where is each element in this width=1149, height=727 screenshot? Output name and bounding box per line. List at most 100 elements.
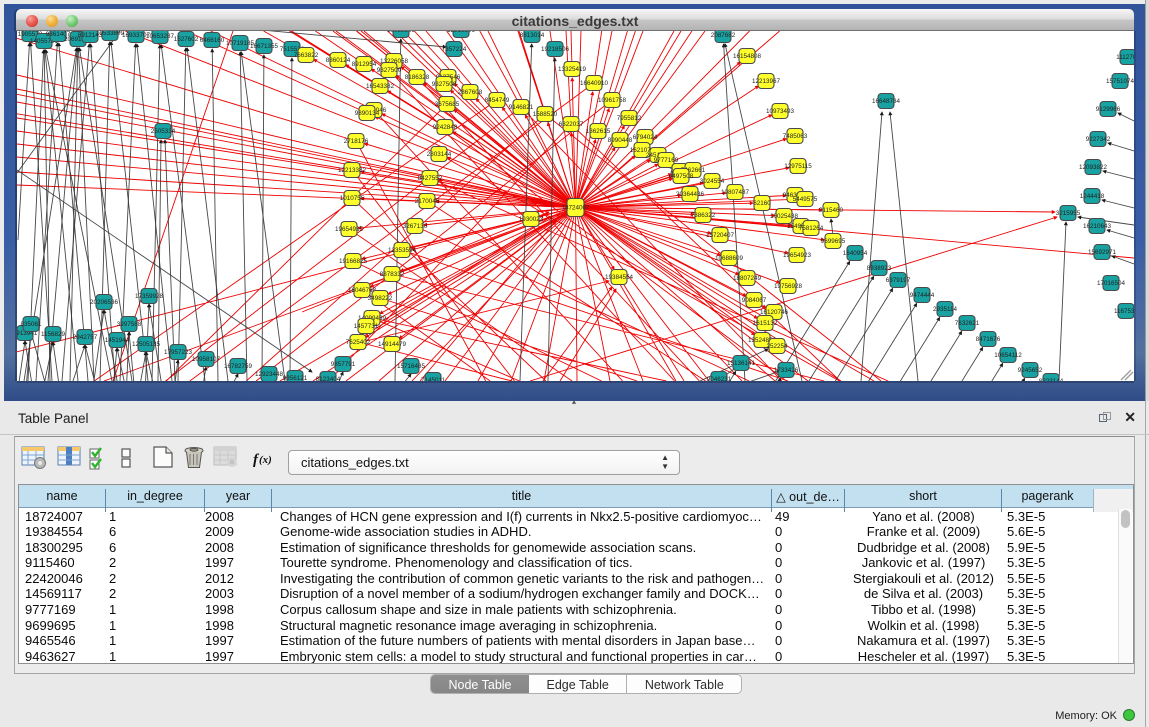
svg-text:8878332: 8878332 bbox=[380, 271, 405, 278]
svg-text:3997588: 3997588 bbox=[117, 321, 142, 328]
svg-text:19654935: 19654935 bbox=[335, 226, 364, 233]
svg-text:12975115: 12975115 bbox=[784, 163, 812, 170]
svg-text:13325419: 13325419 bbox=[558, 66, 587, 73]
svg-text:9146821: 9146821 bbox=[509, 104, 534, 111]
svg-text:62160: 62160 bbox=[753, 200, 771, 207]
svg-text:9129966: 9129966 bbox=[1096, 106, 1121, 113]
svg-text:8471676: 8471676 bbox=[976, 336, 1001, 343]
svg-text:2867608: 2867608 bbox=[458, 89, 483, 96]
svg-text:9857791: 9857791 bbox=[331, 361, 356, 368]
svg-text:12093822: 12093822 bbox=[1079, 164, 1108, 171]
svg-text:3267130: 3267130 bbox=[403, 223, 428, 230]
svg-text:1930023: 1930023 bbox=[519, 216, 544, 223]
svg-text:1112704: 1112704 bbox=[1116, 54, 1134, 61]
svg-text:9699695: 9699695 bbox=[821, 238, 846, 245]
svg-text:1588520: 1588520 bbox=[533, 111, 558, 118]
svg-text:8123404: 8123404 bbox=[316, 376, 341, 381]
svg-text:2087682: 2087682 bbox=[711, 32, 736, 39]
svg-text:17359928: 17359928 bbox=[135, 293, 164, 300]
svg-text:20206536: 20206536 bbox=[90, 299, 119, 306]
svg-text:9245652: 9245652 bbox=[1018, 367, 1043, 374]
svg-text:9084067: 9084067 bbox=[742, 297, 767, 304]
svg-text:1527602: 1527602 bbox=[174, 36, 199, 43]
svg-text:16648784: 16648784 bbox=[872, 98, 901, 105]
svg-text:2718176: 2718176 bbox=[344, 138, 369, 145]
svg-text:2170046: 2170046 bbox=[415, 198, 440, 205]
svg-text:6466160: 6466160 bbox=[200, 37, 225, 44]
svg-text:8860124: 8860124 bbox=[326, 57, 351, 64]
svg-text:9327508: 9327508 bbox=[432, 81, 457, 88]
svg-text:1615132: 1615132 bbox=[753, 320, 778, 327]
svg-text:16543382: 16543382 bbox=[366, 83, 395, 90]
svg-text:12213382: 12213382 bbox=[338, 167, 367, 174]
svg-text:15720407: 15720407 bbox=[706, 232, 735, 239]
svg-text:8454749: 8454749 bbox=[485, 97, 510, 104]
svg-text:10654112: 10654112 bbox=[994, 352, 1022, 359]
svg-text:2935114: 2935114 bbox=[933, 306, 958, 313]
svg-text:12923448: 12923448 bbox=[255, 371, 284, 378]
svg-text:6794024: 6794024 bbox=[633, 134, 658, 141]
svg-text:19654923: 19654923 bbox=[783, 252, 812, 259]
svg-text:7386322: 7386322 bbox=[691, 212, 716, 219]
svg-text:3215955: 3215955 bbox=[1056, 210, 1081, 217]
svg-text:10973493: 10973493 bbox=[766, 108, 795, 115]
svg-text:16154808: 16154808 bbox=[733, 53, 762, 60]
svg-text:252254: 252254 bbox=[766, 343, 788, 350]
svg-text:12505135: 12505135 bbox=[132, 341, 161, 348]
svg-text:7357224: 7357224 bbox=[442, 46, 467, 53]
svg-text:2803144: 2803144 bbox=[427, 151, 452, 158]
svg-text:1733426: 1733426 bbox=[774, 367, 799, 374]
svg-text:7145011: 7145011 bbox=[421, 377, 446, 381]
svg-text:15136141: 15136141 bbox=[727, 360, 756, 367]
svg-text:19166825: 19166825 bbox=[339, 258, 368, 265]
svg-text:19756928: 19756928 bbox=[774, 283, 803, 290]
svg-text:9227342: 9227342 bbox=[1086, 136, 1111, 143]
svg-text:16640910: 16640910 bbox=[580, 80, 609, 87]
svg-text:9327500: 9327500 bbox=[377, 67, 402, 74]
svg-text:1244418: 1244418 bbox=[1080, 193, 1105, 200]
svg-text:8223144: 8223144 bbox=[1039, 378, 1064, 381]
svg-text:1156829: 1156829 bbox=[41, 331, 66, 338]
svg-text:10533809: 10533809 bbox=[96, 31, 125, 37]
svg-text:7485063: 7485063 bbox=[783, 133, 808, 140]
svg-text:8186328: 8186328 bbox=[405, 74, 430, 81]
svg-text:10653287: 10653287 bbox=[146, 33, 175, 40]
svg-text:3024554: 3024554 bbox=[700, 178, 725, 185]
svg-text:7663822: 7663822 bbox=[294, 52, 319, 59]
svg-text:20364436: 20364436 bbox=[676, 191, 705, 198]
svg-text:1167531: 1167531 bbox=[1114, 308, 1134, 315]
svg-text:10961758: 10961758 bbox=[598, 97, 627, 104]
svg-text:10688609: 10688609 bbox=[715, 255, 744, 262]
svg-text:9356121: 9356121 bbox=[283, 375, 308, 381]
svg-text:6322037: 6322037 bbox=[559, 121, 584, 128]
svg-text:1010755: 1010755 bbox=[340, 195, 365, 202]
svg-text:8427552: 8427552 bbox=[418, 175, 443, 182]
svg-text:2942757: 2942757 bbox=[73, 334, 98, 341]
svg-text:14914479: 14914479 bbox=[378, 341, 407, 348]
svg-text:3498222: 3498222 bbox=[368, 295, 393, 302]
svg-text:1640954: 1640954 bbox=[843, 250, 868, 257]
svg-text:18724007: 18724007 bbox=[561, 205, 590, 212]
svg-text:15692971: 15692971 bbox=[1088, 249, 1117, 256]
svg-text:2505334: 2505334 bbox=[151, 128, 176, 135]
svg-text:15716485: 15716485 bbox=[397, 363, 426, 370]
svg-text:1457731: 1457731 bbox=[354, 323, 379, 330]
svg-text:9115460: 9115460 bbox=[819, 207, 844, 214]
svg-text:12213967: 12213967 bbox=[752, 78, 781, 85]
svg-text:8813014: 8813014 bbox=[520, 32, 545, 39]
svg-text:9890134: 9890134 bbox=[355, 110, 380, 117]
svg-text:19218506: 19218506 bbox=[541, 46, 570, 53]
svg-text:8938923: 8938923 bbox=[867, 265, 892, 272]
svg-text:1362615: 1362615 bbox=[586, 128, 611, 135]
svg-text:17016504: 17016504 bbox=[1097, 280, 1126, 287]
svg-text:6497508: 6497508 bbox=[669, 173, 694, 180]
svg-text:16671355: 16671355 bbox=[250, 43, 279, 50]
svg-text:835061: 835061 bbox=[20, 321, 42, 328]
svg-text:9242848: 9242848 bbox=[433, 124, 458, 131]
svg-text:10807487: 10807487 bbox=[721, 189, 750, 196]
svg-text:6379197: 6379197 bbox=[886, 277, 911, 284]
svg-text:16210643: 16210643 bbox=[1083, 223, 1112, 230]
svg-text:8990448: 8990448 bbox=[608, 137, 633, 144]
svg-text:18807249: 18807249 bbox=[733, 275, 762, 282]
svg-text:16033809: 16033809 bbox=[387, 31, 416, 34]
